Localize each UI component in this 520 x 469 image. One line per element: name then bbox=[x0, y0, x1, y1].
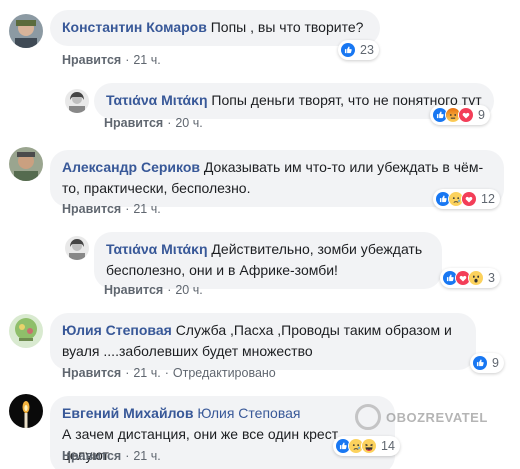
like-link[interactable]: Нравится bbox=[62, 449, 121, 463]
reaction-summary[interactable]: 14 bbox=[333, 436, 400, 456]
reaction-count: 9 bbox=[492, 356, 499, 370]
reaction-count: 23 bbox=[360, 43, 374, 57]
comment-author[interactable]: Константин Комаров bbox=[62, 19, 207, 35]
comment-mention[interactable]: Юлия Степовая bbox=[197, 405, 300, 421]
avatar[interactable] bbox=[65, 236, 89, 260]
like-link[interactable]: Нравится bbox=[62, 53, 121, 67]
comment-bubble: Константин Комаров Попы , вы что творите… bbox=[50, 10, 380, 46]
avatar[interactable] bbox=[9, 394, 43, 428]
comment-timestamp[interactable]: 20 ч. bbox=[175, 283, 202, 297]
comment-timestamp[interactable]: 20 ч. bbox=[175, 116, 202, 130]
heart-icon bbox=[461, 191, 477, 207]
like-link[interactable]: Нравится bbox=[62, 366, 121, 380]
comment-bubble: Τατιάνα Μιτάκη Действительно, зомби убеж… bbox=[94, 232, 442, 289]
comment-text: Попы , вы что творите? bbox=[210, 19, 364, 35]
comment-actions: Нравится · 21 ч. bbox=[62, 202, 161, 216]
like-link[interactable]: Нравится bbox=[62, 202, 121, 216]
comment-timestamp[interactable]: 21 ч. bbox=[133, 202, 160, 216]
haha-icon bbox=[361, 438, 377, 454]
avatar[interactable] bbox=[65, 89, 89, 113]
reaction-count: 9 bbox=[478, 108, 485, 122]
comment-author[interactable]: Александр Сериков bbox=[62, 159, 200, 175]
reaction-summary[interactable]: 9 bbox=[430, 105, 490, 125]
comment-author[interactable]: Τατιάνα Μιτάκη bbox=[106, 92, 208, 108]
comment-bubble: Юлия Степовая Служба ,Пасха ,Проводы так… bbox=[50, 313, 476, 370]
reaction-count: 3 bbox=[488, 271, 495, 285]
comment-actions: Нравится · 20 ч. bbox=[104, 283, 203, 297]
like-link[interactable]: Нравится bbox=[104, 116, 163, 130]
wow-icon bbox=[468, 270, 484, 286]
comment-timestamp[interactable]: 21 ч. bbox=[133, 53, 160, 67]
comment-actions: Нравится · 20 ч. bbox=[104, 116, 203, 130]
comment-timestamp[interactable]: 21 ч. bbox=[133, 449, 160, 463]
watermark-text: OBOZREVATEL bbox=[386, 409, 488, 425]
comment-author[interactable]: Евгений Михайлов bbox=[62, 405, 193, 421]
reaction-summary[interactable]: 9 bbox=[470, 353, 504, 373]
reaction-summary[interactable]: 12 bbox=[433, 189, 500, 209]
reaction-summary[interactable]: 3 bbox=[440, 268, 500, 288]
like-icon bbox=[340, 42, 356, 58]
avatar[interactable] bbox=[9, 14, 43, 48]
reaction-summary[interactable]: 23 bbox=[338, 40, 379, 60]
like-link[interactable]: Нравится bbox=[104, 283, 163, 297]
obozrevatel-logo-icon bbox=[355, 404, 381, 430]
avatar[interactable] bbox=[9, 314, 43, 348]
like-icon bbox=[472, 355, 488, 371]
comment-timestamp[interactable]: 21 ч. bbox=[133, 366, 160, 380]
comment-actions: Нравится · 21 ч. bbox=[62, 449, 161, 463]
reaction-count: 12 bbox=[481, 192, 495, 206]
edited-label[interactable]: Отредактировано bbox=[173, 366, 276, 380]
heart-icon bbox=[458, 107, 474, 123]
comment-actions: Нравится · 21 ч. bbox=[62, 53, 161, 67]
comment-author[interactable]: Τατιάνα Μιτάκη bbox=[106, 241, 208, 257]
watermark: OBOZREVATEL bbox=[355, 404, 488, 430]
comment-author[interactable]: Юлия Степовая bbox=[62, 322, 172, 338]
avatar[interactable] bbox=[9, 147, 43, 181]
reaction-count: 14 bbox=[381, 439, 395, 453]
comment-actions: Нравится · 21 ч. · Отредактировано bbox=[62, 366, 276, 380]
